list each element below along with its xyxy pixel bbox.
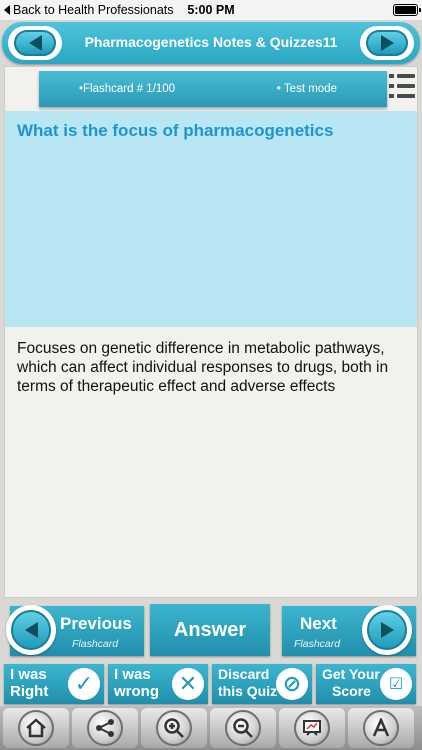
discard-line1: Discard <box>218 666 270 682</box>
home-button[interactable] <box>3 708 69 748</box>
share-icon <box>96 719 114 737</box>
status-bar: Back to Health Professionats 5:00 PM <box>0 0 422 20</box>
whiteboard-button[interactable] <box>279 708 345 748</box>
battery-icon <box>393 4 421 16</box>
previous-label: Previous <box>60 614 132 633</box>
next-sublabel: Flashcard <box>294 638 341 650</box>
score-line2: Score <box>332 683 371 699</box>
score-line1: Get Your <box>322 666 380 682</box>
check-icon: ✓ <box>68 668 100 700</box>
prohibit-icon: ⊘ <box>276 668 308 700</box>
previous-sublabel: Flashcard <box>72 638 119 650</box>
discard-line2: this Quiz <box>218 683 278 699</box>
mode-indicator: • Test mode <box>276 83 337 95</box>
get-your-score-button[interactable]: Get Your Score ☑ <box>316 664 416 704</box>
page-title: Pharmacogenetics Notes & Quizzes11 <box>84 34 338 50</box>
i-was-wrong-button[interactable]: I was wrong ✕ <box>108 664 208 704</box>
i-was-right-line2: Right <box>10 683 49 700</box>
discard-quiz-button[interactable]: Discard this Quiz ⊘ <box>212 664 312 704</box>
bottom-toolbar <box>0 706 422 750</box>
i-was-right-line1: I was <box>10 666 47 683</box>
arrow-right-icon <box>380 622 394 638</box>
flashcard-panel: •Flashcard # 1/100 • Test mode What is t… <box>4 66 418 598</box>
back-button[interactable] <box>8 26 62 60</box>
i-was-wrong-line2: wrong <box>114 683 159 700</box>
forward-button[interactable] <box>360 26 414 60</box>
score-icon: ☑ <box>380 668 412 700</box>
previous-circle-button[interactable] <box>6 605 56 655</box>
share-button[interactable] <box>72 708 138 748</box>
quiz-actions: I was Right ✓ I was wrong ✕ Discard this Qu… <box>0 662 422 704</box>
zoom-out-button[interactable] <box>210 708 276 748</box>
i-was-right-button[interactable]: I was Right ✓ <box>4 664 104 704</box>
menu-icon[interactable] <box>387 70 415 104</box>
flashcard-info-bar: •Flashcard # 1/100 • Test mode <box>39 71 387 107</box>
next-label: Next <box>300 614 337 633</box>
x-icon: ✕ <box>172 668 204 700</box>
title-bar: Pharmacogenetics Notes & Quizzes11 <box>2 22 420 64</box>
arrow-left-icon <box>28 35 42 51</box>
question-area: What is the focus of pharmacogenetics <box>5 111 417 327</box>
zoom-in-button[interactable] <box>141 708 207 748</box>
whiteboard-icon <box>303 720 321 736</box>
answer-button[interactable]: Answer <box>150 604 270 656</box>
home-icon <box>26 718 46 738</box>
answer-text: Focuses on genetic difference in metabol… <box>17 340 389 395</box>
flashcard-navigation: Previous Flashcard Answer Next Flashcard <box>0 600 422 662</box>
font-icon <box>372 718 390 737</box>
font-button[interactable] <box>348 708 414 748</box>
zoom-out-icon <box>233 718 253 738</box>
flashcard-counter: •Flashcard # 1/100 <box>79 83 176 95</box>
arrow-right-icon <box>380 35 394 51</box>
clock: 5:00 PM <box>187 3 235 17</box>
arrow-left-icon <box>24 622 38 638</box>
i-was-wrong-line1: I was <box>114 666 151 683</box>
zoom-in-icon <box>164 718 184 738</box>
question-text: What is the focus of pharmacogenetics <box>17 121 334 140</box>
next-circle-button[interactable] <box>362 605 412 655</box>
